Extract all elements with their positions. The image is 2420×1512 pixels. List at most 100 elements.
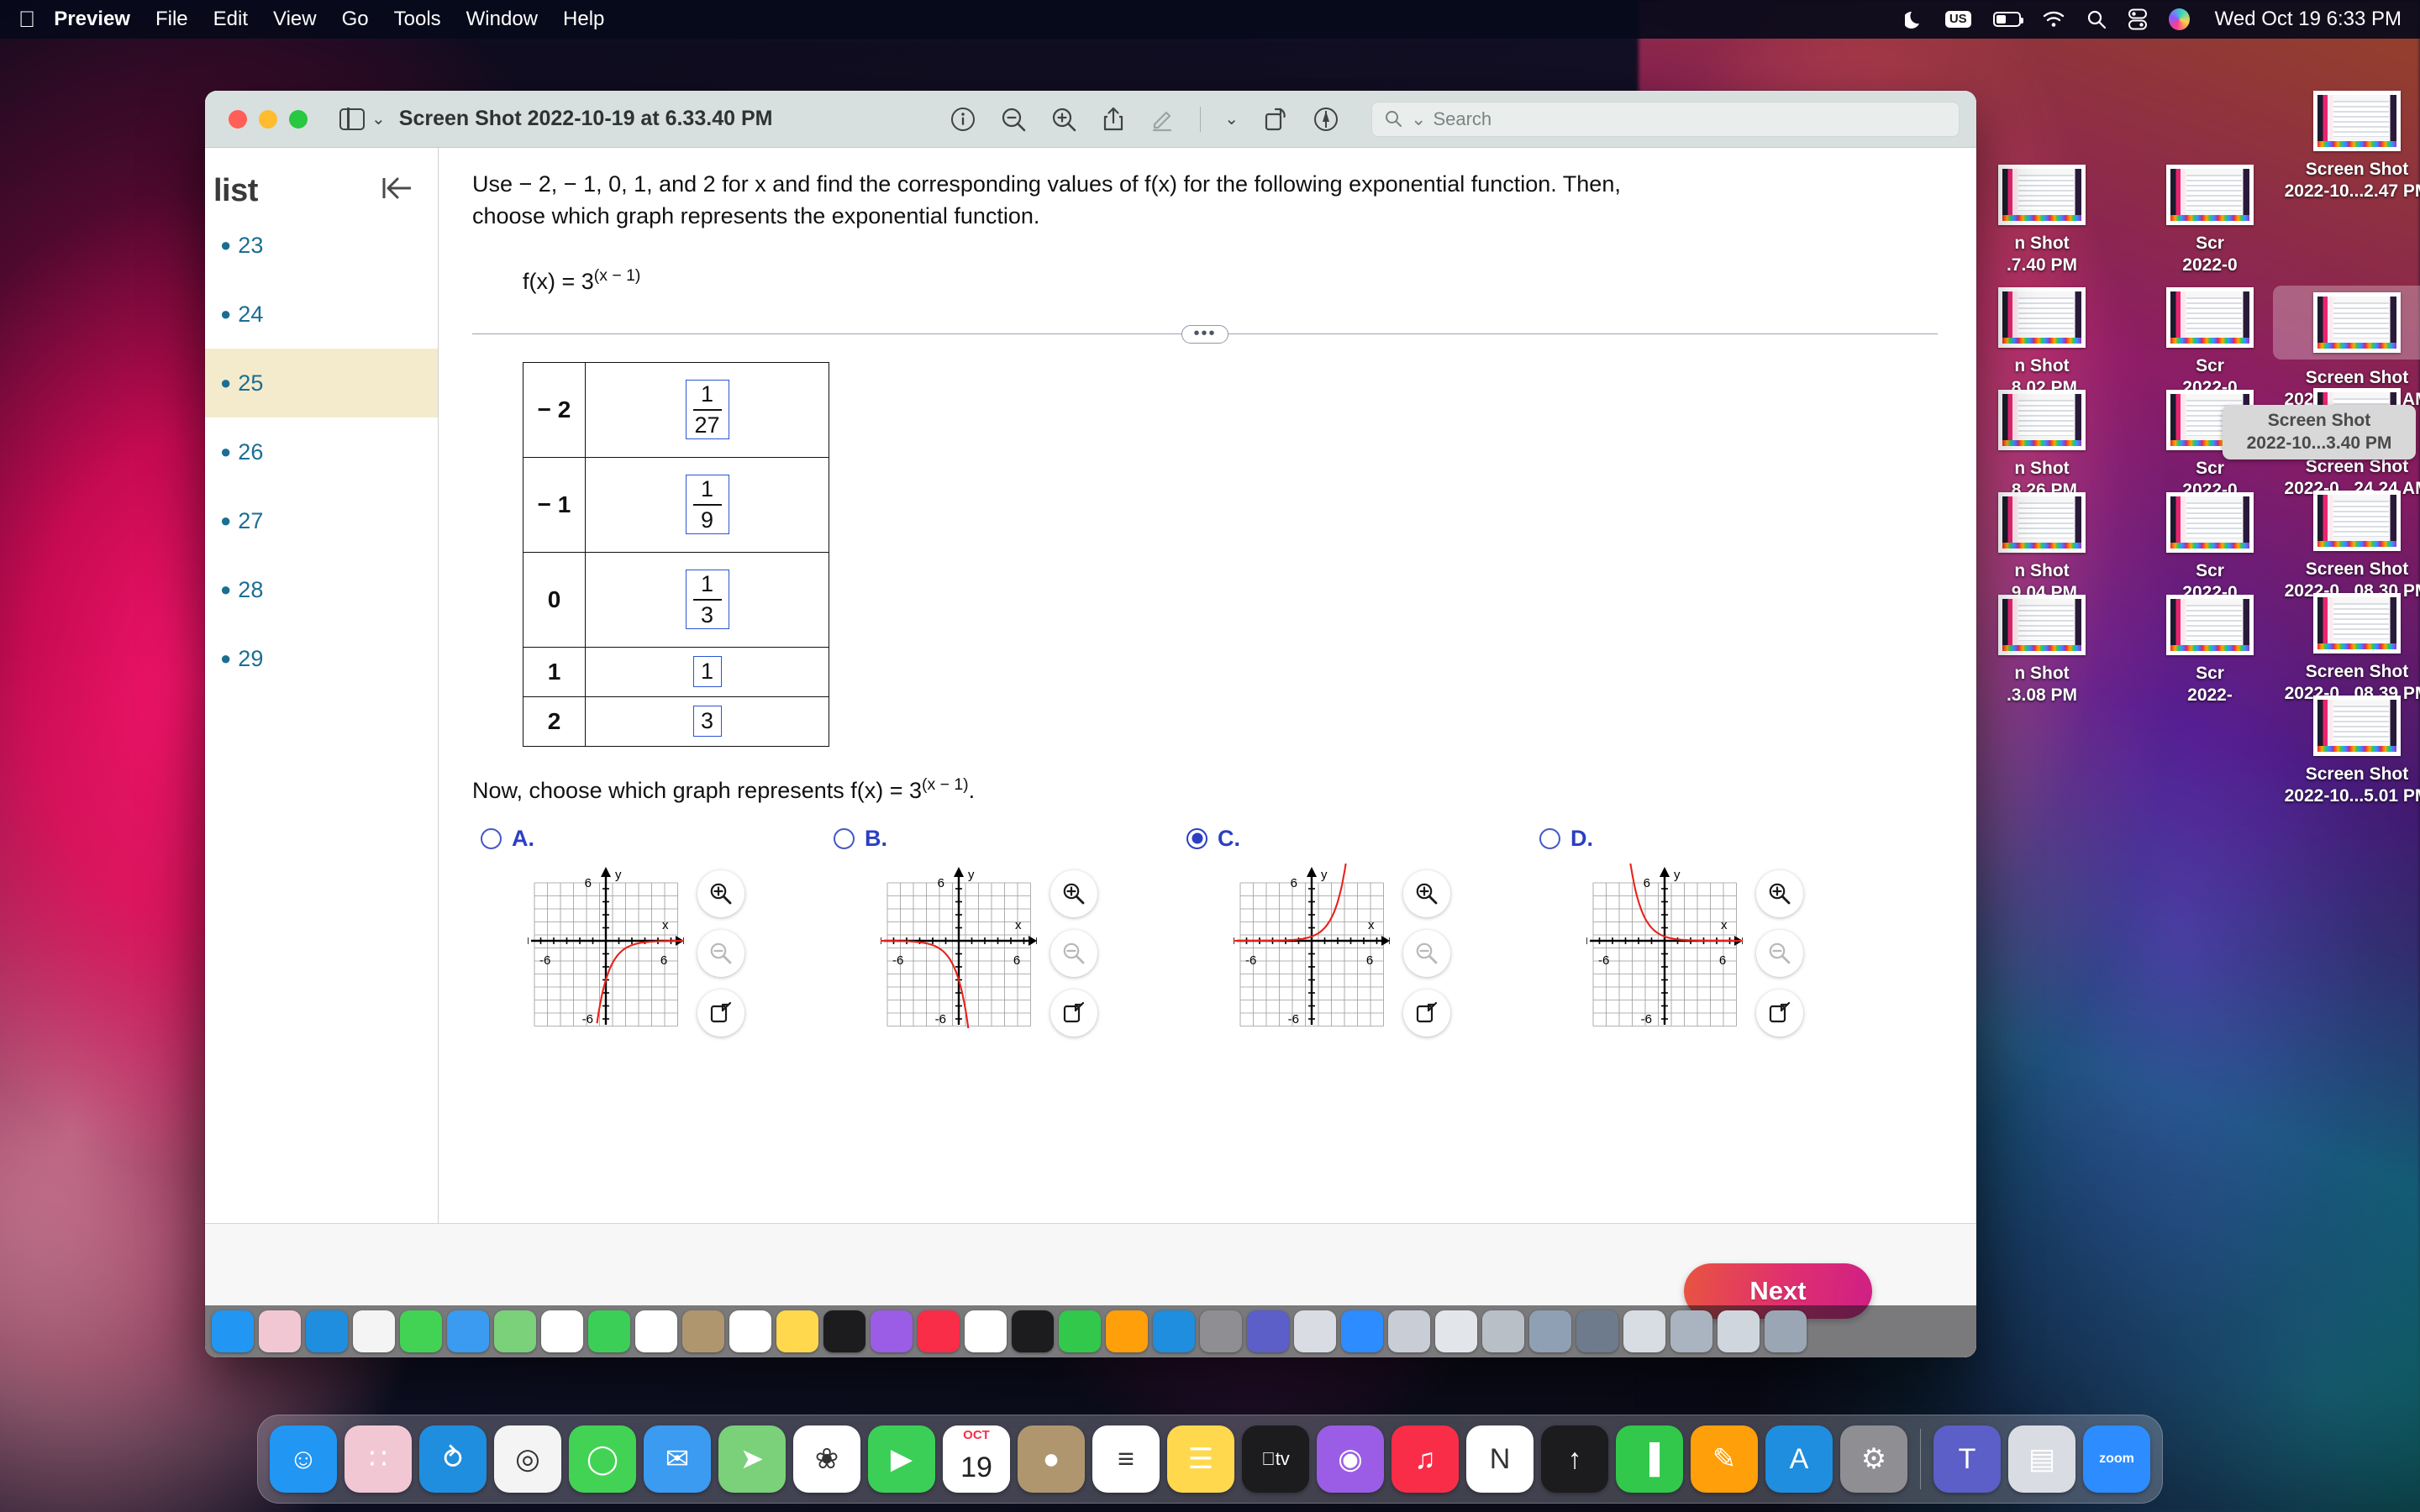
embedded-dock-icon[interactable] [965, 1310, 1007, 1352]
embedded-dock-icon[interactable] [871, 1310, 913, 1352]
desktop-file-icon[interactable]: Screen Shot 2022-0...08.30 PM [2273, 491, 2420, 603]
question-list-item-25[interactable]: ● 25 [205, 349, 438, 417]
graph-zoom-out-icon[interactable] [1403, 929, 1450, 977]
menu-item-edit[interactable]: Edit [213, 8, 248, 31]
graph-zoom-out-icon[interactable] [697, 929, 744, 977]
radio-button-b[interactable] [834, 827, 855, 849]
answer-choice-d[interactable]: D. y x 6 -6 6 -6 [1531, 826, 1884, 1037]
graph-zoom-out-icon[interactable] [1756, 929, 1803, 977]
close-button[interactable] [229, 109, 247, 129]
embedded-dock-icon[interactable] [541, 1310, 583, 1352]
dock-icon-safari[interactable]: ⥁ [419, 1425, 487, 1493]
choice-header-b[interactable]: B. [834, 826, 1178, 852]
dock-icon-stocks[interactable]: ↑ [1541, 1425, 1608, 1493]
apple-menu-icon[interactable]:  [18, 8, 35, 31]
search-field[interactable]: ⌄ Search [1371, 101, 1960, 137]
embedded-dock-icon[interactable] [306, 1310, 348, 1352]
embedded-dock-icon[interactable] [259, 1310, 301, 1352]
radio-button-c[interactable] [1186, 827, 1207, 849]
embedded-dock-icon[interactable] [682, 1310, 724, 1352]
embedded-dock-icon[interactable] [1341, 1310, 1383, 1352]
desktop-file-icon[interactable]: n Shot .8.26 PM [1958, 390, 2126, 502]
zoom-in-icon[interactable] [1050, 106, 1077, 133]
markup-pen-icon[interactable] [1150, 106, 1176, 133]
dock-icon-teams[interactable]: T [1933, 1425, 2001, 1493]
embedded-dock-icon[interactable] [823, 1310, 865, 1352]
desktop-file-icon[interactable]: n Shot .8.02 PM [1958, 287, 2126, 400]
dock-icon-pages[interactable]: ✎ [1691, 1425, 1758, 1493]
dock-icon-maps[interactable]: ➤ [718, 1425, 786, 1493]
embedded-dock-icon[interactable] [494, 1310, 536, 1352]
desktop-file-icon[interactable]: n Shot .3.08 PM [1958, 595, 2126, 707]
question-list-item-23[interactable]: ● 23 [205, 211, 438, 280]
desktop-file-icon[interactable]: Screen Shot 2022-10...2.47 PM [2273, 91, 2420, 203]
embedded-dock-icon[interactable] [729, 1310, 771, 1352]
collapse-sidebar-icon[interactable] [377, 171, 416, 211]
dock-icon-podcasts[interactable]: ◉ [1317, 1425, 1384, 1493]
menu-item-tools[interactable]: Tools [394, 8, 441, 31]
menu-item-view[interactable]: View [273, 8, 317, 31]
dock-icon-finder[interactable]: ☺ [270, 1425, 337, 1493]
embedded-dock-icon[interactable] [212, 1310, 254, 1352]
embedded-dock-icon[interactable] [400, 1310, 442, 1352]
desktop-file-icon[interactable]: Scr 2022- [2126, 595, 2294, 707]
desktop-file-icon[interactable]: Scr 2022-0 [2126, 287, 2294, 400]
question-list-item-27[interactable]: ● 27 [205, 486, 438, 555]
markup-chevron-down-icon[interactable]: ⌄ [1224, 108, 1239, 129]
answer-choice-a[interactable]: A. y x 6 -6 6 -6 [472, 826, 825, 1037]
answer-input-box[interactable]: 13 [685, 570, 729, 629]
graph-zoom-in-icon[interactable] [1050, 869, 1097, 917]
graph-expand-icon[interactable] [1756, 989, 1803, 1037]
dock-icon-photos[interactable]: ❀ [793, 1425, 860, 1493]
embedded-dock-icon[interactable] [1247, 1310, 1289, 1352]
dock-icon-news[interactable]: N [1466, 1425, 1534, 1493]
embedded-dock-icon[interactable] [1529, 1310, 1571, 1352]
embedded-dock-icon[interactable] [1059, 1310, 1101, 1352]
annotate-icon[interactable] [1313, 106, 1339, 133]
graph-zoom-in-icon[interactable] [1403, 869, 1450, 917]
dock-icon-zoom[interactable]: zoom [2083, 1425, 2150, 1493]
graph-thumbnail-c[interactable]: y x 6 -6 6 -6 [1230, 858, 1391, 1028]
dock-icon-numbers[interactable]: ▐ [1616, 1425, 1683, 1493]
menubar-clock[interactable]: Wed Oct 19 6:33 PM [2215, 8, 2402, 31]
question-list-item-28[interactable]: ● 28 [205, 555, 438, 624]
embedded-dock-icon[interactable] [447, 1310, 489, 1352]
dock-icon-notes[interactable]: ☰ [1167, 1425, 1234, 1493]
question-list-item-26[interactable]: ● 26 [205, 417, 438, 486]
menu-item-file[interactable]: File [155, 8, 188, 31]
dock-icon-settings[interactable]: ⚙ [1840, 1425, 1907, 1493]
dock-icon-mail[interactable]: ✉ [644, 1425, 711, 1493]
graph-thumbnail-a[interactable]: y x 6 -6 6 -6 [527, 861, 687, 1028]
dock-icon-appletv[interactable]: tv [1242, 1425, 1309, 1493]
graph-expand-icon[interactable] [697, 989, 744, 1037]
choice-header-c[interactable]: C. [1186, 826, 1531, 852]
desktop-file-icon[interactable]: Scr 2022-0 [2126, 165, 2294, 277]
embedded-dock-icon[interactable] [1153, 1310, 1195, 1352]
answer-choice-c[interactable]: C. y x 6 -6 6 -6 [1178, 826, 1531, 1037]
desktop-file-icon[interactable]: Scr 2022-0 [2126, 492, 2294, 605]
dock-icon-preview[interactable]: ▤ [2008, 1425, 2075, 1493]
dock-icon-contacts[interactable]: ● [1018, 1425, 1085, 1493]
dock-icon-launchpad[interactable]: ∷ [345, 1425, 412, 1493]
embedded-dock-icon[interactable] [1388, 1310, 1430, 1352]
desktop-file-icon[interactable]: n Shot .9.04 PM [1958, 492, 2126, 605]
embedded-dock-icon[interactable] [1576, 1310, 1618, 1352]
answer-input-box[interactable]: 3 [692, 706, 722, 738]
question-list-item-24[interactable]: ● 24 [205, 280, 438, 349]
spotlight-search-icon[interactable] [2086, 9, 2107, 29]
menu-item-preview[interactable]: Preview [54, 8, 130, 31]
embedded-dock-icon[interactable] [1718, 1310, 1760, 1352]
dock-icon-messages[interactable]: ◯ [569, 1425, 636, 1493]
divider-dots-handle[interactable]: ••• [1181, 324, 1228, 344]
choice-header-d[interactable]: D. [1539, 826, 1884, 852]
graph-zoom-in-icon[interactable] [697, 869, 744, 917]
control-center-icon[interactable] [2128, 8, 2147, 30]
graph-thumbnail-d[interactable]: y x 6 -6 6 -6 [1586, 853, 1745, 1028]
menu-item-window[interactable]: Window [466, 8, 538, 31]
embedded-dock-icon[interactable] [1294, 1310, 1336, 1352]
dock-icon-music[interactable]: ♫ [1392, 1425, 1459, 1493]
embedded-dock-icon[interactable] [1012, 1310, 1054, 1352]
desktop-file-icon[interactable]: Screen Shot 2022-0...08.39 PM [2273, 593, 2420, 706]
embedded-dock-icon[interactable] [1623, 1310, 1665, 1352]
graph-zoom-out-icon[interactable] [1050, 929, 1097, 977]
